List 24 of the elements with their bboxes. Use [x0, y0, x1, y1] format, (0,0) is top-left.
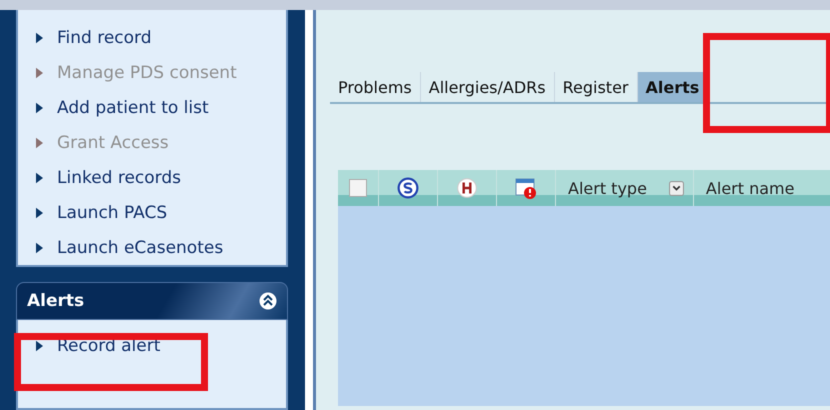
triangle-icon — [36, 136, 43, 148]
tab[interactable]: Problems — [330, 72, 421, 102]
dropdown-icon[interactable] — [669, 180, 684, 196]
sidebar-link[interactable]: Add patient to list — [18, 90, 286, 125]
triangle-icon — [36, 340, 43, 352]
column-header[interactable]: Alert name — [706, 178, 794, 198]
tab[interactable]: Allergies/ADRs — [420, 72, 555, 102]
checkbox[interactable] — [349, 179, 367, 197]
calendar-alert-icon — [515, 177, 537, 199]
panel-title: Alerts — [27, 291, 84, 311]
sidebar-link[interactable]: Linked records — [18, 160, 286, 195]
triangle-icon — [36, 206, 43, 218]
column-header[interactable]: Alert type — [568, 178, 647, 198]
triangle-icon — [36, 242, 43, 254]
s-circle-icon — [397, 177, 419, 199]
triangle-icon — [36, 172, 43, 184]
sidebar-link[interactable]: Find record — [18, 20, 286, 55]
triangle-icon — [36, 32, 43, 44]
sidebar-link[interactable]: Launch PACS — [18, 195, 286, 230]
triangle-icon — [36, 66, 43, 78]
collapse-icon[interactable] — [259, 292, 277, 310]
sidebar-link[interactable]: Launch eCasenotes — [18, 230, 286, 265]
h-circle-icon — [456, 177, 478, 199]
triangle-icon — [36, 102, 43, 114]
